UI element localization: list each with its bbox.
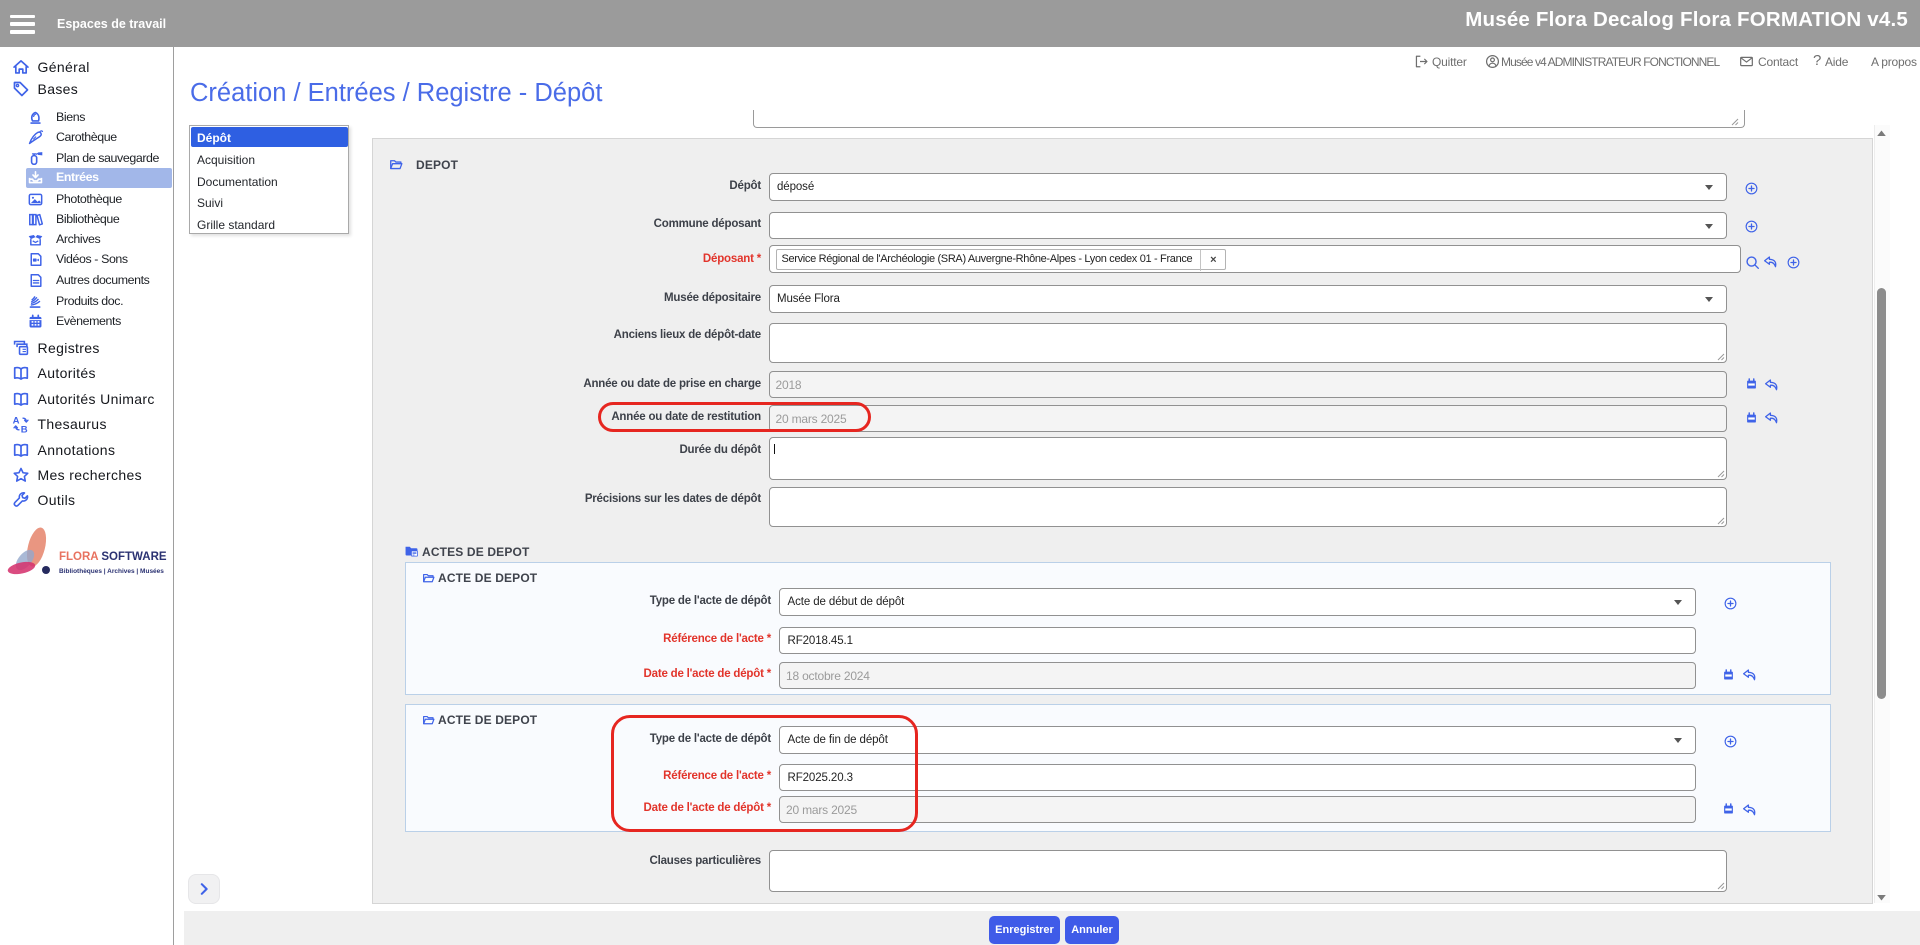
svg-text:B: B	[20, 425, 27, 433]
svg-text:A: A	[12, 416, 19, 427]
